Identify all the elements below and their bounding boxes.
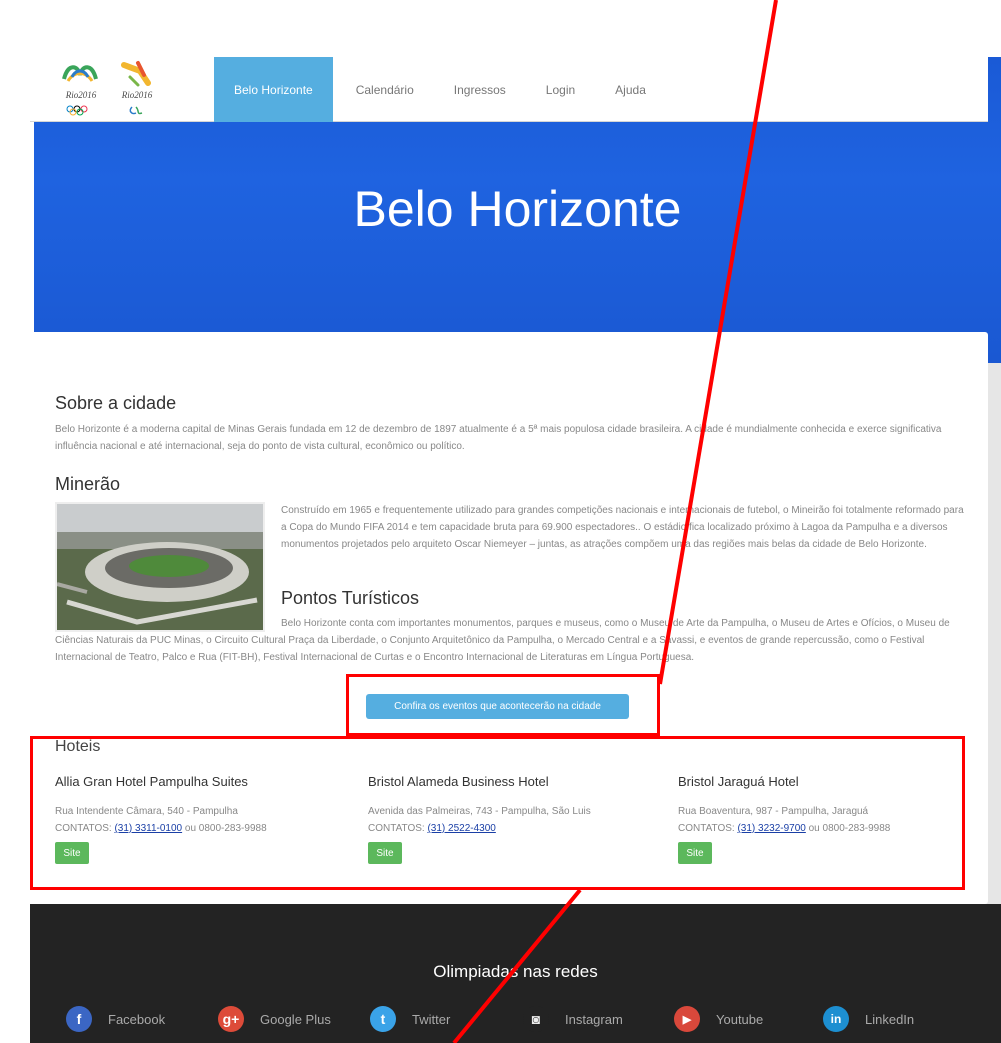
facebook-icon: f	[66, 1006, 92, 1032]
twitter-icon: t	[370, 1006, 396, 1032]
logo-text-olympic: Rio2016	[65, 90, 97, 100]
social-twitter[interactable]: t Twitter	[370, 1005, 450, 1033]
rio2016-paralympic-logo[interactable]: Rio2016	[114, 57, 160, 119]
left-margin	[0, 0, 34, 1043]
social-linkedin[interactable]: in LinkedIn	[823, 1005, 914, 1033]
social-label: Facebook	[108, 1011, 166, 1027]
nav-item-ajuda[interactable]: Ajuda	[598, 57, 663, 122]
social-label: Instagram	[565, 1011, 623, 1027]
annotation-events-highlight	[346, 674, 660, 736]
pontos-turisticos-text: Belo Horizonte conta com importantes mon…	[55, 618, 950, 663]
stadium-image	[55, 502, 265, 632]
social-google-plus[interactable]: g+ Google Plus	[218, 1005, 331, 1033]
nav-item-ingressos[interactable]: Ingressos	[437, 57, 523, 122]
annotation-hotels-highlight	[30, 736, 965, 890]
social-facebook[interactable]: f Facebook	[66, 1005, 165, 1033]
social-label: Google Plus	[260, 1011, 331, 1027]
instagram-icon: ◙	[523, 1006, 549, 1032]
nav-item-belo-horizonte[interactable]: Belo Horizonte	[214, 57, 333, 122]
mineirao-text: Construído em 1965 e frequentemente util…	[281, 505, 964, 550]
pontos-turisticos-title: Pontos Turísticos	[281, 588, 420, 608]
about-title: Sobre a cidade	[55, 393, 177, 413]
mineirao-title: Minerão	[55, 474, 121, 494]
social-label: Youtube	[716, 1011, 764, 1027]
hero-title: Belo Horizonte	[353, 181, 682, 237]
youtube-icon: ▶	[674, 1006, 700, 1032]
google-plus-icon: g+	[218, 1006, 244, 1032]
linkedin-icon: in	[823, 1006, 849, 1032]
nav-item-calendario[interactable]: Calendário	[339, 57, 431, 122]
social-label: LinkedIn	[865, 1011, 915, 1027]
footer-title: Olimpiadas nas redes	[433, 962, 598, 981]
social-label: Twitter	[412, 1011, 451, 1027]
nav-menu: Belo Horizonte Calendário Ingressos Logi…	[214, 57, 669, 122]
nav-item-login[interactable]: Login	[529, 57, 592, 122]
navbar: Rio2016 Rio2016 Belo Horizonte Calendári…	[30, 57, 988, 122]
social-youtube[interactable]: ▶ Youtube	[674, 1005, 763, 1033]
social-instagram[interactable]: ◙ Instagram	[523, 1005, 623, 1033]
rio2016-olympic-logo[interactable]: Rio2016	[58, 57, 104, 119]
page: Belo Horizonte Rio2016 Rio2016 Belo Hori…	[0, 0, 1001, 1043]
logo-text-paralympic: Rio2016	[121, 90, 153, 100]
about-text: Belo Horizonte é a moderna capital de Mi…	[55, 424, 942, 452]
